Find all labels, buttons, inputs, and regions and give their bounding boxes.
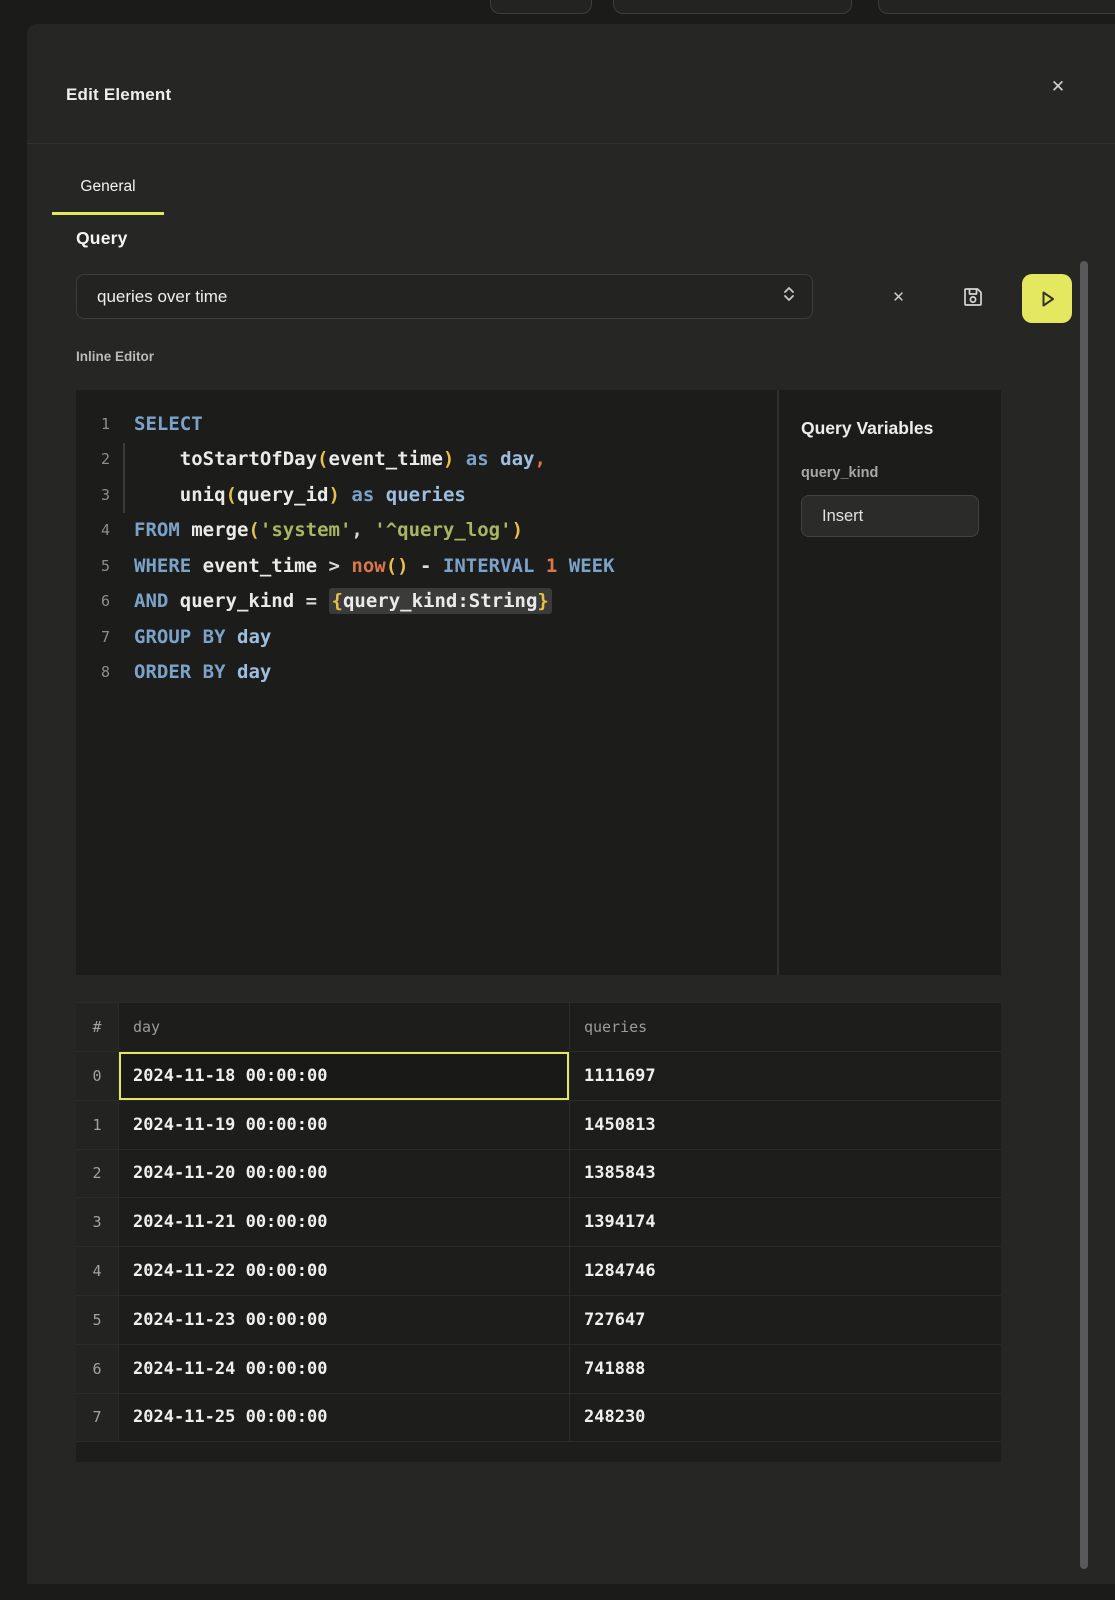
table-row: 72024-11-25 00:00:00248230: [76, 1394, 1001, 1443]
table-row: 12024-11-19 00:00:001450813: [76, 1101, 1001, 1150]
column-header-day[interactable]: day: [119, 1003, 570, 1051]
floppy-disk-icon: [961, 285, 985, 309]
column-header-queries[interactable]: queries: [570, 1003, 1001, 1051]
day-cell[interactable]: 2024-11-19 00:00:00: [119, 1101, 570, 1149]
queries-cell[interactable]: 248230: [570, 1394, 1001, 1442]
modal-body: Query queries over time ✕: [76, 228, 1001, 1462]
save-icon[interactable]: [950, 274, 995, 319]
table-header-row: #dayqueries: [76, 1003, 1001, 1052]
table-row: 62024-11-24 00:00:00741888: [76, 1345, 1001, 1394]
insert-variable-button[interactable]: Insert: [801, 495, 979, 537]
line-number: 3: [76, 486, 110, 504]
clear-query-icon[interactable]: ✕: [876, 274, 921, 319]
table-row: 52024-11-23 00:00:00727647: [76, 1296, 1001, 1345]
queries-cell[interactable]: 1284746: [570, 1247, 1001, 1295]
row-index-cell[interactable]: 2: [76, 1150, 119, 1198]
row-index-cell[interactable]: 7: [76, 1394, 119, 1442]
line-number: 2: [76, 450, 110, 468]
query-select-row: queries over time ✕: [76, 274, 1001, 319]
play-icon: [1035, 287, 1059, 311]
modal-header: Edit Element ✕: [27, 24, 1115, 144]
query-variables-panel: Query Variables query_kind Insert: [779, 390, 1001, 975]
indent-guide: [123, 443, 125, 513]
modal-scrollbar-thumb[interactable]: [1080, 261, 1088, 1569]
queries-cell[interactable]: 1385843: [570, 1150, 1001, 1198]
line-number: 8: [76, 663, 110, 681]
row-index-cell[interactable]: 5: [76, 1296, 119, 1344]
day-cell[interactable]: 2024-11-20 00:00:00: [119, 1150, 570, 1198]
line-number: 1: [76, 415, 110, 433]
day-cell[interactable]: 2024-11-22 00:00:00: [119, 1247, 570, 1295]
code-line[interactable]: 5WHERE event_time > now() - INTERVAL 1 W…: [76, 548, 777, 584]
row-index-cell[interactable]: 1: [76, 1101, 119, 1149]
day-cell[interactable]: 2024-11-21 00:00:00: [119, 1198, 570, 1246]
query-select[interactable]: queries over time: [76, 274, 813, 319]
code-line[interactable]: 7GROUP BY day: [76, 619, 777, 655]
inline-editor-label: Inline Editor: [76, 349, 1001, 364]
code-line[interactable]: 3 uniq(query_id) as queries: [76, 477, 777, 513]
tab-bar: General: [52, 164, 164, 215]
queries-cell[interactable]: 1450813: [570, 1101, 1001, 1149]
line-number: 6: [76, 592, 110, 610]
day-cell[interactable]: 2024-11-24 00:00:00: [119, 1345, 570, 1393]
code-line[interactable]: 1SELECT: [76, 406, 777, 442]
code-line[interactable]: 8ORDER BY day: [76, 655, 777, 691]
selected-day-cell[interactable]: 2024-11-18 00:00:00: [119, 1052, 570, 1100]
queries-cell[interactable]: 741888: [570, 1345, 1001, 1393]
line-number: 7: [76, 628, 110, 646]
line-number: 4: [76, 521, 110, 539]
day-cell[interactable]: 2024-11-23 00:00:00: [119, 1296, 570, 1344]
row-index-cell[interactable]: 4: [76, 1247, 119, 1295]
sql-editor[interactable]: 1SELECT2 toStartOfDay(event_time) as day…: [76, 390, 1001, 975]
day-cell[interactable]: 2024-11-25 00:00:00: [119, 1394, 570, 1442]
edit-element-modal: Edit Element ✕ General Query queries ove…: [27, 24, 1115, 1584]
chevron-up-down-icon: [780, 284, 798, 309]
tab-general[interactable]: General: [52, 164, 164, 215]
background-input: [613, 0, 852, 14]
table-row: 22024-11-20 00:00:001385843: [76, 1150, 1001, 1199]
queries-cell[interactable]: 727647: [570, 1296, 1001, 1344]
close-icon[interactable]: ✕: [1043, 72, 1073, 102]
query-variable-chip[interactable]: {query_kind:String}: [329, 588, 552, 614]
code-pane[interactable]: 1SELECT2 toStartOfDay(event_time) as day…: [76, 390, 777, 975]
code-line[interactable]: 4FROM merge('system', '^query_log'): [76, 513, 777, 549]
background-input: [878, 0, 1115, 14]
run-query-button[interactable]: [1022, 274, 1072, 323]
table-row: 32024-11-21 00:00:001394174: [76, 1198, 1001, 1247]
background-button: [490, 0, 592, 14]
row-index-cell[interactable]: 0: [76, 1052, 119, 1100]
results-table: #dayqueries02024-11-18 00:00:00111169712…: [76, 1002, 1001, 1462]
query-select-value: queries over time: [97, 287, 227, 307]
query-section-heading: Query: [76, 228, 1001, 249]
query-variables-title: Query Variables: [801, 418, 979, 439]
column-header-index[interactable]: #: [76, 1003, 119, 1051]
code-line[interactable]: 2 toStartOfDay(event_time) as day,: [76, 442, 777, 478]
queries-cell[interactable]: 1394174: [570, 1198, 1001, 1246]
line-number: 5: [76, 557, 110, 575]
row-index-cell[interactable]: 3: [76, 1198, 119, 1246]
background-app-strip: [0, 0, 1115, 24]
table-row: 42024-11-22 00:00:001284746: [76, 1247, 1001, 1296]
code-line[interactable]: 6AND query_kind = {query_kind:String}: [76, 584, 777, 620]
modal-title: Edit Element: [66, 85, 171, 105]
variable-name-label: query_kind: [801, 465, 979, 481]
table-row: 02024-11-18 00:00:001111697: [76, 1052, 1001, 1101]
row-index-cell[interactable]: 6: [76, 1345, 119, 1393]
queries-cell[interactable]: 1111697: [570, 1052, 1001, 1100]
